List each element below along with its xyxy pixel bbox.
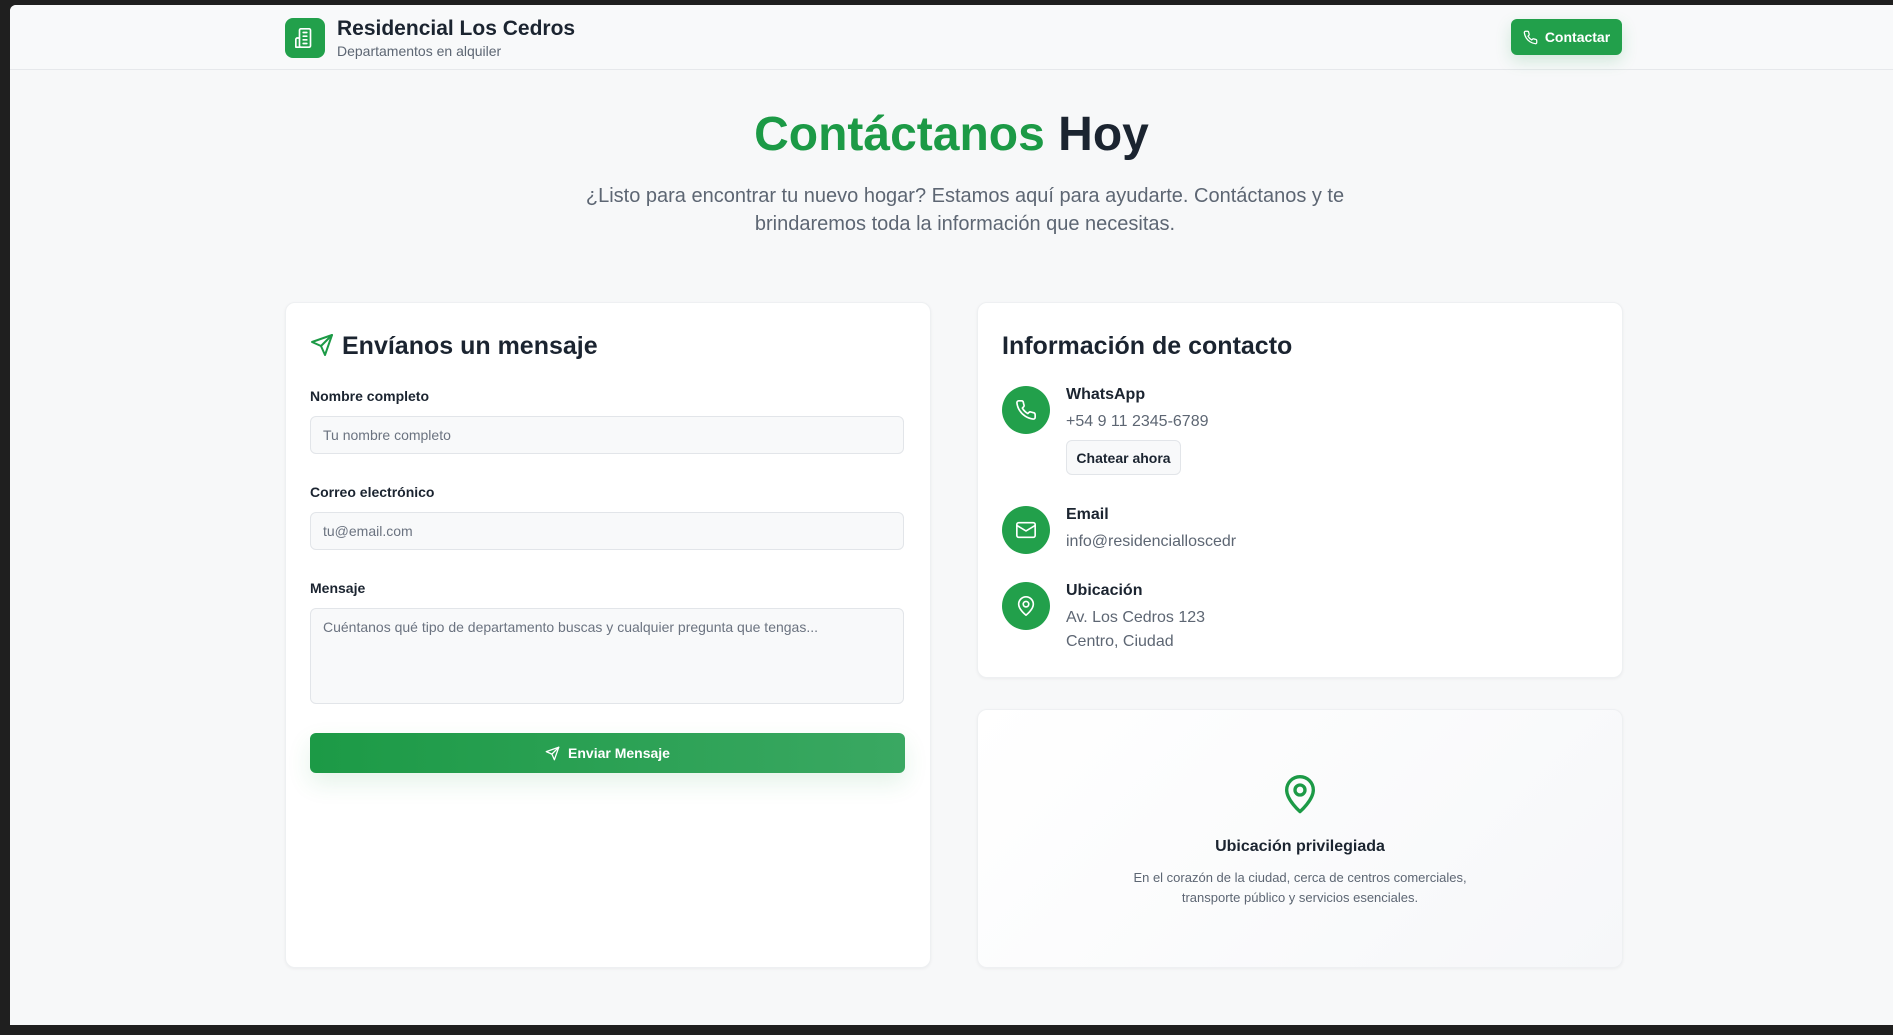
email-info-label: Email [1066, 506, 1109, 523]
message-label: Mensaje [310, 580, 366, 596]
map-pin-icon [1285, 775, 1315, 814]
email-label: Correo electrónico [310, 484, 435, 500]
location-label: Ubicación [1066, 582, 1143, 599]
whatsapp-number: +54 9 11 2345-6789 [1066, 413, 1209, 430]
location-highlight-title: Ubicación privilegiada [1215, 838, 1385, 855]
brand-title: Residencial Los Cedros [337, 17, 576, 40]
location-highlight-card: Ubicación privilegiada En el corazón de … [977, 709, 1623, 968]
contact-button[interactable]: Contactar [1511, 19, 1622, 55]
page-title: Contáctanos Hoy [10, 107, 1893, 162]
submit-button-label: Enviar Mensaje [568, 745, 670, 761]
phone-icon [1002, 386, 1050, 434]
send-icon [545, 746, 560, 760]
message-textarea[interactable] [310, 608, 904, 704]
send-icon [311, 334, 333, 356]
contact-info-title: Información de contacto [1002, 332, 1293, 360]
message-form-card: Envíanos un mensaje Nombre completo Corr… [285, 302, 931, 968]
page-title-rest: Hoy [1058, 108, 1149, 161]
page-subtitle: ¿Listo para encontrar tu nuevo hogar? Es… [585, 185, 1345, 235]
location-line-1: Av. Los Cedros 123 [1066, 609, 1206, 626]
map-pin-icon [1002, 582, 1050, 630]
contact-button-label: Contactar [1544, 29, 1611, 45]
browser-viewport: Residencial Los Cedros Departamentos en … [10, 5, 1893, 1025]
location-line-2: Centro, Ciudad [1066, 633, 1174, 650]
name-input[interactable] [310, 416, 904, 454]
site-header: Residencial Los Cedros Departamentos en … [10, 5, 1893, 70]
brand-subtitle: Departamentos en alquiler [337, 43, 502, 59]
mail-icon [1002, 506, 1050, 554]
building-icon [285, 18, 325, 58]
location-highlight-text: En el corazón de la ciudad, cerca de cen… [1133, 870, 1467, 905]
page-title-highlight: Contáctanos [754, 108, 1045, 161]
name-label: Nombre completo [310, 388, 430, 404]
email-info-value: info@residencialloscedr [1066, 533, 1237, 550]
submit-button[interactable]: Enviar Mensaje [310, 733, 905, 773]
phone-icon [1523, 30, 1538, 44]
chat-now-button[interactable]: Chatear ahora [1066, 440, 1181, 475]
whatsapp-label: WhatsApp [1066, 386, 1146, 403]
email-input[interactable] [310, 512, 904, 550]
contact-info-card: Información de contacto WhatsApp +54 9 1… [977, 302, 1623, 678]
form-title: Envíanos un mensaje [342, 332, 598, 360]
